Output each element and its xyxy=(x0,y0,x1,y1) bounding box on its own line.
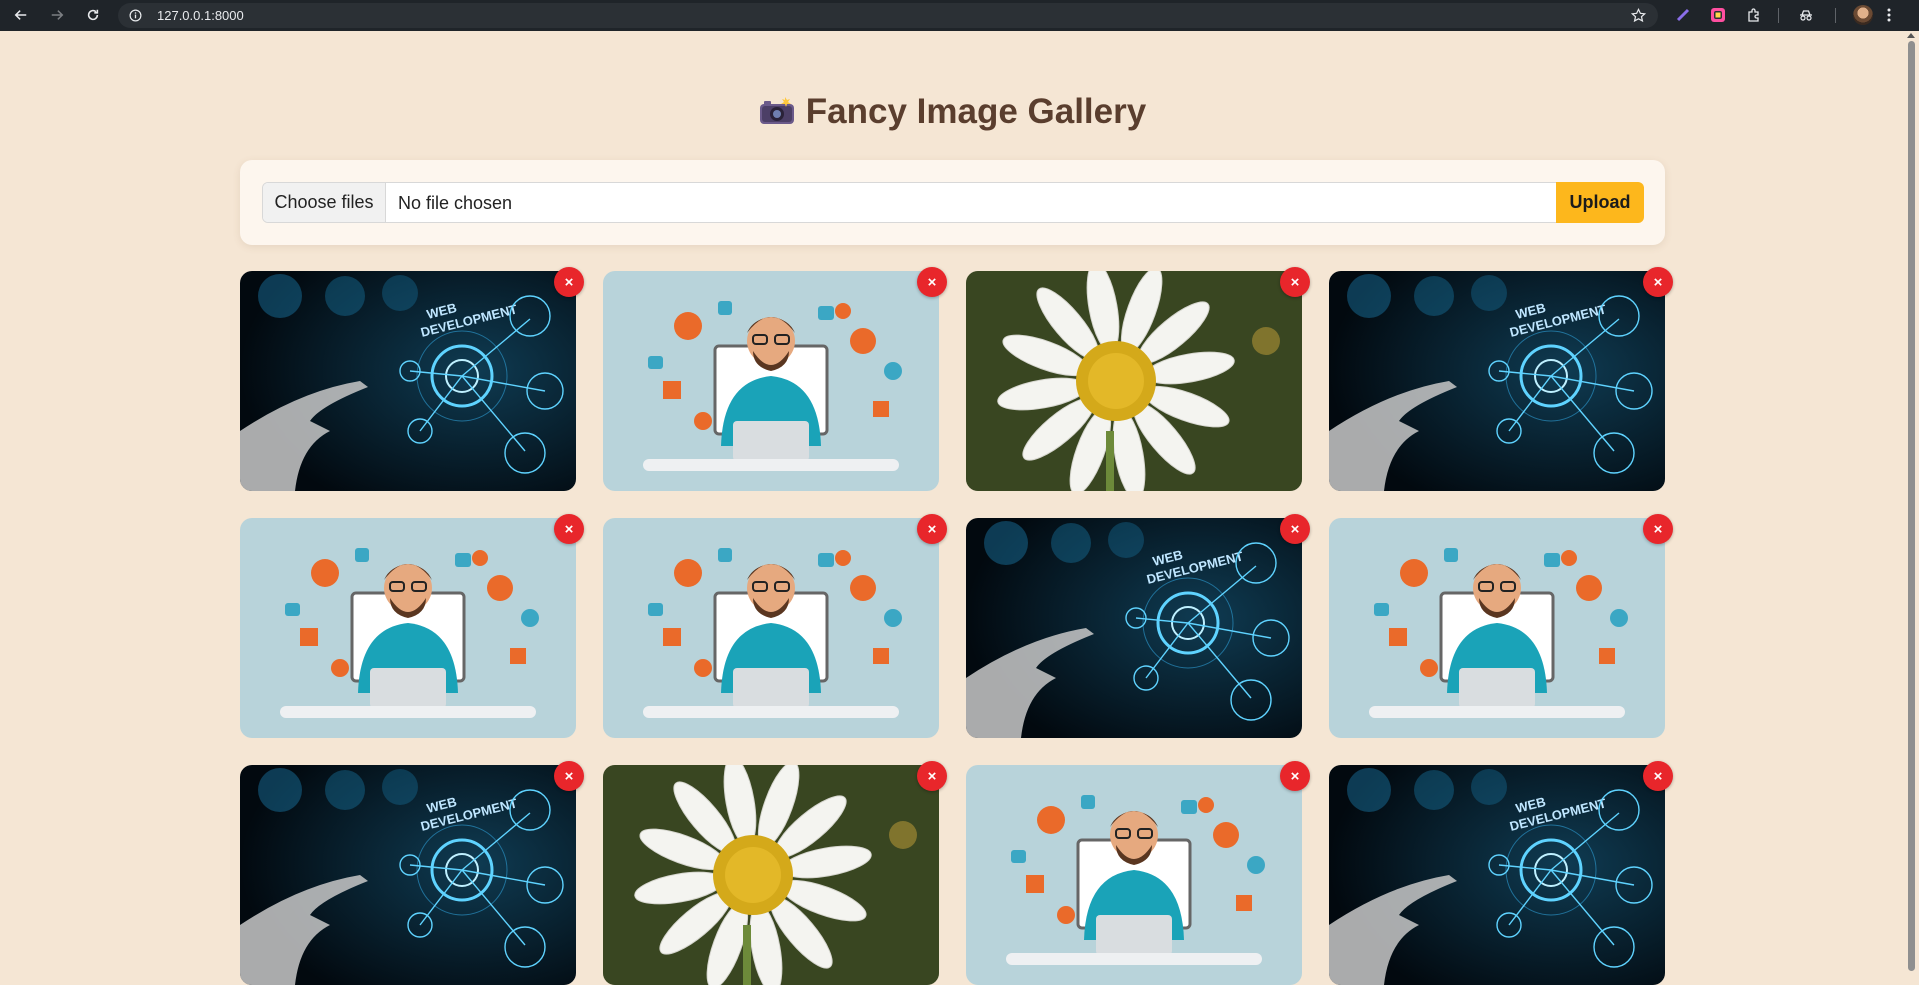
file-input[interactable]: Choose files No file chosen xyxy=(262,182,1558,223)
more-menu-icon[interactable] xyxy=(1880,6,1898,24)
forward-icon[interactable] xyxy=(46,4,68,26)
toolbar-divider xyxy=(1778,8,1779,23)
gallery-image-card[interactable]: × xyxy=(603,514,947,738)
web-development-image[interactable]: WEB DEVELOPMENT xyxy=(1329,765,1665,985)
developer-illustration-image[interactable] xyxy=(966,765,1302,985)
extensions-puzzle-icon[interactable] xyxy=(1745,6,1763,24)
delete-image-button[interactable]: × xyxy=(1643,267,1673,297)
profile-avatar[interactable] xyxy=(1853,5,1873,25)
toolbar-divider xyxy=(1835,8,1836,23)
daisy-flower-image[interactable] xyxy=(603,765,939,985)
address-bar[interactable]: 127.0.0.1:8000 xyxy=(118,3,1658,28)
page-title: Fancy Image Gallery xyxy=(0,92,1904,132)
reload-icon[interactable] xyxy=(82,4,104,26)
scrollbar-thumb[interactable] xyxy=(1908,41,1915,971)
delete-image-button[interactable]: × xyxy=(1280,761,1310,791)
delete-image-button[interactable]: × xyxy=(554,761,584,791)
choose-files-button[interactable]: Choose files xyxy=(263,183,386,222)
gallery-image-card[interactable]: × xyxy=(603,761,947,985)
gallery-image-card[interactable]: × xyxy=(240,514,584,738)
developer-illustration-image[interactable] xyxy=(603,518,939,738)
web-development-image[interactable]: WEB DEVELOPMENT xyxy=(1329,271,1665,491)
web-development-image[interactable]: WEB DEVELOPMENT xyxy=(966,518,1302,738)
gallery-image-card[interactable]: WEB DEVELOPMENT × xyxy=(240,761,584,985)
delete-image-button[interactable]: × xyxy=(917,514,947,544)
camera-flash-icon xyxy=(759,97,794,124)
upload-button[interactable]: Upload xyxy=(1556,182,1644,223)
developer-illustration-image[interactable] xyxy=(240,518,576,738)
daisy-flower-image[interactable] xyxy=(966,271,1302,491)
gallery-image-card[interactable]: WEB DEVELOPMENT × xyxy=(1329,761,1673,985)
site-info-icon[interactable] xyxy=(129,9,142,22)
incognito-icon[interactable] xyxy=(1797,6,1815,24)
page-scrollbar[interactable] xyxy=(1904,31,1919,984)
delete-image-button[interactable]: × xyxy=(1643,514,1673,544)
delete-image-button[interactable]: × xyxy=(1643,761,1673,791)
scroll-up-arrow-icon[interactable] xyxy=(1907,33,1915,38)
file-status-text: No file chosen xyxy=(398,193,513,213)
gallery-image-card[interactable]: × xyxy=(966,761,1310,985)
delete-image-button[interactable]: × xyxy=(1280,267,1310,297)
color-extension-icon[interactable] xyxy=(1709,6,1727,24)
url-text[interactable]: 127.0.0.1:8000 xyxy=(157,8,244,23)
back-icon[interactable] xyxy=(10,4,32,26)
delete-image-button[interactable]: × xyxy=(917,761,947,791)
page-title-text: Fancy Image Gallery xyxy=(805,92,1147,131)
pen-extension-icon[interactable] xyxy=(1674,6,1692,24)
developer-illustration-image[interactable] xyxy=(603,271,939,491)
bookmark-star-icon[interactable] xyxy=(1631,8,1646,23)
web-development-image[interactable]: WEB DEVELOPMENT xyxy=(240,765,576,985)
gallery-image-card[interactable]: × xyxy=(1329,514,1673,738)
delete-image-button[interactable]: × xyxy=(554,514,584,544)
developer-illustration-image[interactable] xyxy=(1329,518,1665,738)
gallery-image-card[interactable]: WEB DEVELOPMENT × xyxy=(966,514,1310,738)
delete-image-button[interactable]: × xyxy=(1280,514,1310,544)
web-development-image[interactable]: WEB DEVELOPMENT xyxy=(240,271,576,491)
gallery-image-card[interactable]: × xyxy=(603,267,947,491)
gallery-image-card[interactable]: WEB DEVELOPMENT × xyxy=(1329,267,1673,491)
gallery-image-card[interactable]: × xyxy=(966,267,1310,491)
delete-image-button[interactable]: × xyxy=(917,267,947,297)
delete-image-button[interactable]: × xyxy=(554,267,584,297)
gallery-image-card[interactable]: WEB DEVELOPMENT × xyxy=(240,267,584,491)
browser-toolbar: 127.0.0.1:8000 xyxy=(0,0,1919,31)
upload-form: Choose files No file chosen Upload xyxy=(240,160,1665,245)
